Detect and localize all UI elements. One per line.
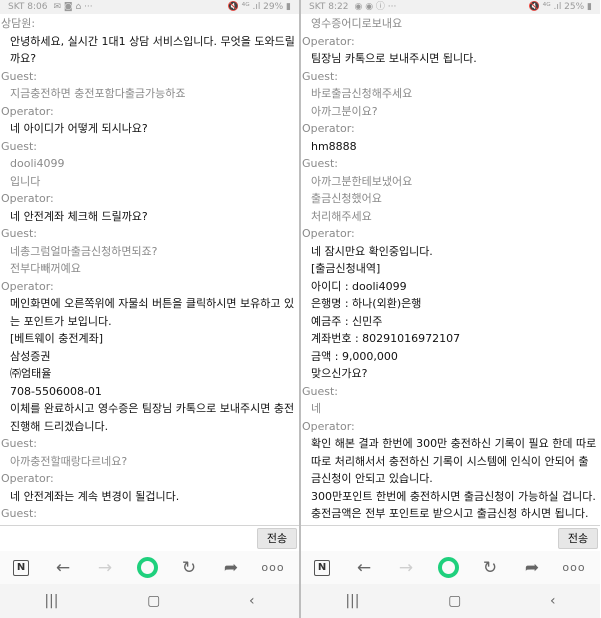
more-dots-icon[interactable]: ooo (252, 561, 294, 574)
sender-label: Guest: (1, 69, 38, 83)
status-bar: SKT 8:06 ✉ ◙ ⌂ ··· 🔇 ⁴ᴳ .ıl 29% ▮ (0, 0, 299, 14)
chat-input-bar: 전송 (301, 525, 600, 552)
share-icon[interactable]: ➦ (210, 558, 252, 578)
carrier-time: SKT 8:06 (8, 2, 48, 12)
sender-label: Guest: (1, 139, 38, 153)
chat-message: 이체를 완료하시고 영수증은 팀장님 카톡으로 보내주시면 충전 진행해 드리겠… (10, 402, 298, 433)
recents-icon[interactable]: ||| (44, 593, 58, 609)
chat-message: 아까충전할때랑다르네요? (10, 454, 128, 468)
recents-icon[interactable]: ||| (345, 593, 359, 609)
sender-label: Operator: (1, 279, 54, 293)
sender-label: Operator: (302, 227, 355, 240)
sender-label: Operator: (302, 34, 355, 48)
sender-label: 상담원: (1, 17, 36, 30)
chat-message: 은행명 : 하나(외환)은행 (311, 297, 422, 310)
chat-message: 지금충전하면 충전포함다출금가능하죠 (10, 87, 186, 100)
chat-message: 네 잠시만요 확인중입니다. (311, 244, 433, 258)
chat-message: 300만포인트 한번에 충전하시면 출금신청이 가능하실 겁니다. 충전금액은 … (311, 489, 600, 521)
chat-log[interactable]: 영수증어디로보내요 Operator: 팀장님 카톡으로 보내주시면 됩니다. Gue… (301, 14, 600, 527)
carrier-time: SKT 8:22 (309, 2, 349, 12)
back-icon[interactable]: ‹ (550, 593, 556, 609)
back-arrow-icon[interactable]: ← (42, 558, 84, 578)
chat-message: 예금주 : 신민주 (311, 314, 383, 328)
notification-icons: ✉ ◙ ⌂ ··· (53, 2, 93, 12)
split-screenshot: SKT 8:06 ✉ ◙ ⌂ ··· 🔇 ⁴ᴳ .ıl 29% ▮ 상담원: 안녕… (0, 0, 601, 618)
chat-message: 네 아이디가 어떻게 되시나요? (10, 122, 148, 135)
sender-label: Guest: (302, 384, 339, 398)
signal-battery-icons: 🔇 ⁴ᴳ .ıl 25% ▮ (528, 2, 592, 12)
chat-input-bar: 전송 (0, 525, 299, 552)
n-logo-icon[interactable]: N (301, 559, 343, 576)
chat-message: 네 안전계좌 체크해 드릴까요? (10, 209, 148, 223)
chat-input[interactable] (301, 526, 551, 549)
share-icon[interactable]: ➦ (511, 558, 553, 578)
forward-arrow-icon[interactable]: → (84, 558, 126, 578)
chat-message: 입니다 (10, 174, 41, 188)
sender-label: Operator: (1, 192, 54, 205)
chat-message: 처리해주세요 (311, 209, 372, 223)
notification-icons: ◉ ◉ ⓘ ··· (354, 2, 397, 12)
chat-message: 안녕하세요, 실시간 1대1 상담 서비스입니다. 무엇을 도와드릴까요? (10, 34, 295, 66)
back-icon[interactable]: ‹ (249, 593, 255, 609)
system-nav-bar: ||| ▢ ‹ (301, 584, 600, 618)
more-dots-icon[interactable]: ooo (553, 561, 595, 574)
chat-message: 아이디 : dooli4099 (311, 279, 407, 293)
home-circle-icon[interactable] (126, 557, 168, 578)
sender-label: Operator: (1, 104, 54, 118)
chat-message: 영수증어디로보내요 (311, 17, 403, 30)
right-phone-panel: SKT 8:22 ◉ ◉ ⓘ ··· 🔇 ⁴ᴳ .ıl 25% ▮ 영수증어디로… (301, 0, 600, 618)
system-nav-bar: ||| ▢ ‹ (0, 584, 299, 618)
chat-message: 삼성증권 (10, 349, 51, 363)
chat-message: [출금신청내역] (311, 262, 381, 275)
home-circle-icon[interactable] (427, 557, 469, 578)
chat-log[interactable]: 상담원: 안녕하세요, 실시간 1대1 상담 서비스입니다. 무엇을 도와드릴까요… (0, 14, 299, 527)
chat-message: 맞으신가요? (311, 367, 368, 380)
chat-message: 네총그럼얼마출금신청하면되죠? (10, 244, 158, 258)
chat-message: 전부다빼꺼예요 (10, 262, 81, 275)
send-button[interactable]: 전송 (257, 528, 297, 549)
forward-arrow-icon[interactable]: → (385, 558, 427, 578)
chat-message: 708-5506008-01 (10, 384, 102, 398)
chat-message: 출금신청했어요 (311, 192, 382, 205)
chat-message: 아까그분한테보냈어요 (311, 174, 413, 188)
status-bar: SKT 8:22 ◉ ◉ ⓘ ··· 🔇 ⁴ᴳ .ıl 25% ▮ (301, 0, 600, 14)
send-button[interactable]: 전송 (558, 528, 598, 549)
chat-message: 네 (311, 402, 322, 415)
sender-label: Guest: (1, 507, 38, 520)
chat-message: 계좌번호 : 80291016972107 (311, 332, 461, 345)
back-arrow-icon[interactable]: ← (343, 558, 385, 578)
chat-message: ㈜엄태율 (10, 367, 52, 380)
sender-label: Operator: (1, 472, 54, 485)
chat-message: 네 안전계좌는 계속 변경이 될겁니다. (10, 489, 180, 503)
refresh-icon[interactable]: ↻ (469, 558, 511, 578)
sender-label: Operator: (302, 122, 355, 135)
left-phone-panel: SKT 8:06 ✉ ◙ ⌂ ··· 🔇 ⁴ᴳ .ıl 29% ▮ 상담원: 안녕… (0, 0, 299, 618)
n-logo-icon[interactable]: N (0, 559, 42, 576)
chat-input[interactable] (0, 526, 250, 549)
signal-battery-icons: 🔇 ⁴ᴳ .ıl 29% ▮ (227, 2, 291, 12)
chat-message: [베트웨이 충전계좌] (10, 332, 104, 345)
browser-toolbar: N ← → ↻ ➦ ooo (301, 551, 600, 584)
browser-toolbar: N ← → ↻ ➦ ooo (0, 551, 299, 584)
home-icon[interactable]: ▢ (448, 593, 461, 609)
sender-label: Guest: (302, 157, 339, 170)
chat-message: 바로출금신청해주세요 (311, 87, 413, 100)
chat-message: 확인 해본 결과 한번에 300만 충전하신 기록이 필요 한데 따로따로 처리… (311, 437, 597, 485)
home-icon[interactable]: ▢ (147, 593, 160, 609)
refresh-icon[interactable]: ↻ (168, 558, 210, 578)
chat-message: 금액 : 9,000,000 (311, 349, 398, 363)
sender-label: Guest: (1, 437, 38, 450)
chat-message: hm8888 (311, 139, 357, 153)
chat-message: 아까그분이요? (311, 104, 378, 118)
chat-message: dooli4099 (10, 157, 65, 170)
sender-label: Guest: (1, 227, 38, 240)
sender-label: Guest: (302, 69, 339, 83)
chat-message: 메인화면에 오른쪽위에 자물쇠 버튼을 클릭하시면 보유하고 있는 포인트가 보… (10, 297, 295, 328)
sender-label: Operator: (302, 419, 355, 433)
chat-message: 팀장님 카톡으로 보내주시면 됩니다. (311, 52, 477, 65)
